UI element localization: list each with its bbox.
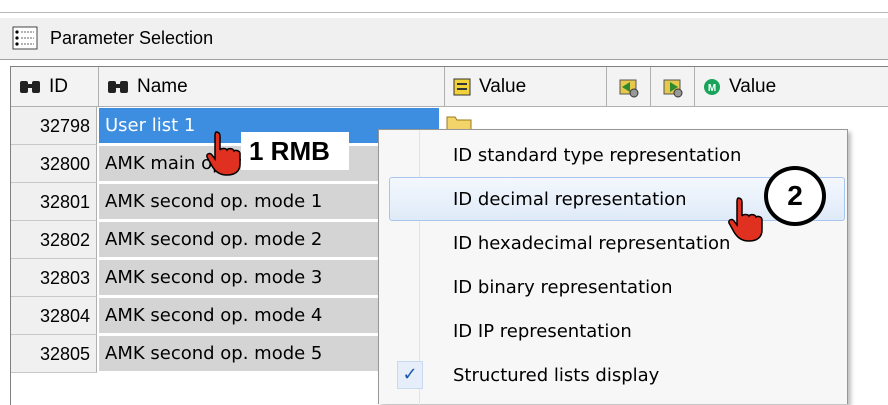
pointer-hand-icon — [206, 131, 241, 176]
column-header-id[interactable]: ID — [11, 67, 99, 107]
panel-title: Parameter Selection — [50, 28, 214, 48]
binoculars-icon — [108, 80, 128, 93]
column-header-label: Value — [729, 75, 777, 97]
id-cell: 32798 — [11, 107, 97, 145]
menu-item-label: ID IP representation — [453, 320, 632, 342]
panel-title-bar: Parameter Selection — [0, 18, 888, 60]
binoculars-icon — [20, 80, 40, 93]
menu-item-id-binary[interactable]: ID binary representation — [379, 265, 847, 309]
top-strip — [0, 0, 888, 18]
column-header-label: Value — [479, 75, 527, 97]
svg-text:M: M — [708, 83, 716, 94]
column-header-m-value[interactable]: M Value — [695, 67, 888, 107]
column-header-label: Name — [137, 75, 188, 97]
menu-item-label: Structured lists display — [453, 364, 660, 386]
menu-item-id-ip[interactable]: ID IP representation — [379, 309, 847, 353]
id-cell: 32800 — [11, 145, 97, 183]
column-header-read[interactable] — [607, 67, 651, 107]
menu-item-label: ID binary representation — [453, 276, 673, 298]
upload-arrow-icon — [663, 79, 682, 97]
checkmark-icon: ✓ — [397, 361, 423, 389]
list-icon — [12, 26, 38, 50]
menu-item-label: ID decimal representation — [453, 188, 687, 210]
menu-item-id-hexadecimal[interactable]: ID hexadecimal representation — [379, 221, 847, 265]
id-cell: 32805 — [11, 335, 97, 373]
menu-item-label: ID hexadecimal representation — [453, 232, 731, 254]
column-header-write[interactable] — [651, 67, 695, 107]
pointer-hand-icon — [728, 197, 763, 242]
step-1-annotation: 1 RMB — [241, 132, 349, 170]
m-value-icon: M — [704, 78, 720, 95]
menu-item-structured-lists[interactable]: ✓ Structured lists display — [379, 353, 847, 397]
column-header-value[interactable]: Value — [445, 67, 607, 107]
menu-item-label: ID standard type representation — [453, 144, 742, 166]
id-cell: 32803 — [11, 259, 97, 297]
id-cell: 32804 — [11, 297, 97, 335]
download-arrow-icon — [619, 79, 638, 97]
id-cell: 32801 — [11, 183, 97, 221]
id-cell: 32802 — [11, 221, 97, 259]
step-2-annotation: 2 — [764, 166, 826, 226]
value-icon — [453, 78, 471, 95]
column-header-label: ID — [49, 75, 68, 97]
divider — [0, 12, 888, 13]
column-header-name[interactable]: Name — [99, 67, 445, 107]
